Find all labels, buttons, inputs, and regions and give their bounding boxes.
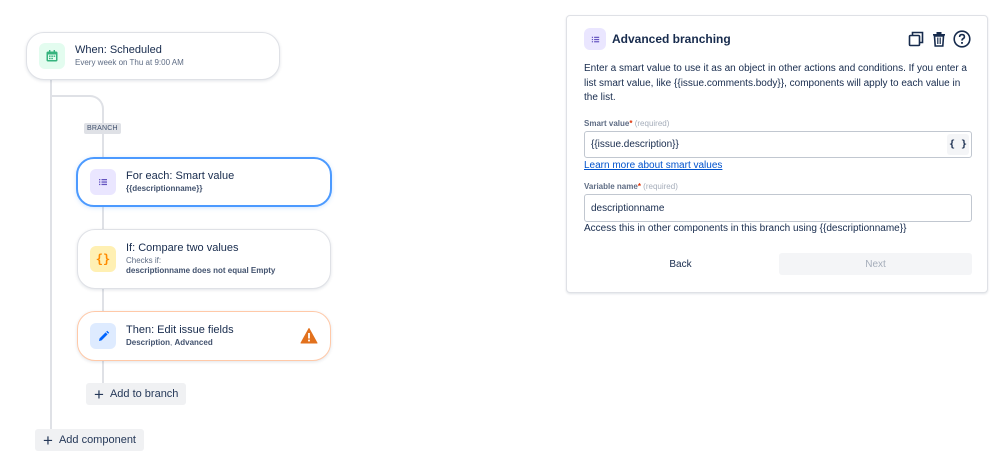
list-icon [90,169,116,195]
smart-value-label: Smart value* (required) [584,119,669,128]
automation-canvas: When: Scheduled Every week on Thu at 9:0… [0,0,998,455]
condition-title: If: Compare two values [126,242,239,255]
required-marker: * [629,119,633,128]
action-detail-field: Description [126,337,171,347]
add-to-branch-button[interactable]: + Add to branch [86,383,187,405]
condition-subtitle: Checks if: [126,255,162,265]
add-component-button[interactable]: + Add component [35,429,144,451]
trash-icon[interactable] [930,30,948,48]
duplicate-icon[interactable] [907,30,925,48]
plus-icon: + [94,384,104,404]
variable-name-label-text: Variable name [584,182,638,191]
trigger-card[interactable]: When: Scheduled Every week on Thu at 9:0… [26,32,280,80]
action-card[interactable]: Then: Edit issue fields Description, Adv… [77,311,331,361]
variable-name-input[interactable]: descriptionname [584,194,972,222]
action-detail-rest: Advanced [174,337,213,347]
panel-title: Advanced branching [612,32,731,46]
add-to-branch-label: Add to branch [109,388,179,400]
required-marker: * [637,182,641,191]
next-button[interactable]: Next [779,253,972,275]
panel-actions [907,30,971,48]
variable-name-label: Variable name* (required) [584,182,678,191]
panel-description: Enter a smart value to use it as an obje… [584,63,967,103]
for-each-title: For each: Smart value [126,170,235,183]
braces-icon: {} [90,246,116,272]
smart-value-input[interactable]: {{issue.description}} { } [584,131,972,158]
condition-detail: descriptionname does not equal Empty [126,265,276,275]
smart-value-text: {{issue.description}} [591,139,679,150]
action-title: Then: Edit issue fields [126,324,234,337]
action-detail: Description, Advanced [126,338,300,348]
required-hint: (required) [634,119,670,128]
config-panel: Advanced branching Enter a smart value t… [566,15,988,293]
trigger-title: When: Scheduled [75,44,162,57]
main-connector [50,80,52,430]
trigger-subtitle: Every week on Thu at 9:00 AM [75,57,184,67]
back-button[interactable]: Back [584,253,777,275]
condition-card[interactable]: {} If: Compare two values Checks if: des… [77,229,331,289]
warning-icon [300,327,318,345]
learn-more-link[interactable]: Learn more about smart values [584,160,722,171]
calendar-icon [39,43,65,69]
help-icon[interactable] [953,30,971,48]
plus-icon: + [43,430,53,450]
smart-value-label-text: Smart value [584,119,630,128]
add-component-label: Add component [58,434,136,446]
access-hint: Access this in other components in this … [584,223,907,234]
for-each-card[interactable]: For each: Smart value {{descriptionname}… [76,157,332,207]
variable-name-text: descriptionname [591,202,665,214]
branch-connector-curve [50,95,104,125]
pencil-icon [90,323,116,349]
for-each-subtitle: {{descriptionname}} [126,183,203,193]
list-icon [584,28,606,50]
required-hint: (required) [643,182,678,191]
smart-value-picker-button[interactable]: { } [947,134,969,155]
panel-header: Advanced branching [584,28,731,50]
branch-tag: BRANCH [84,123,121,134]
